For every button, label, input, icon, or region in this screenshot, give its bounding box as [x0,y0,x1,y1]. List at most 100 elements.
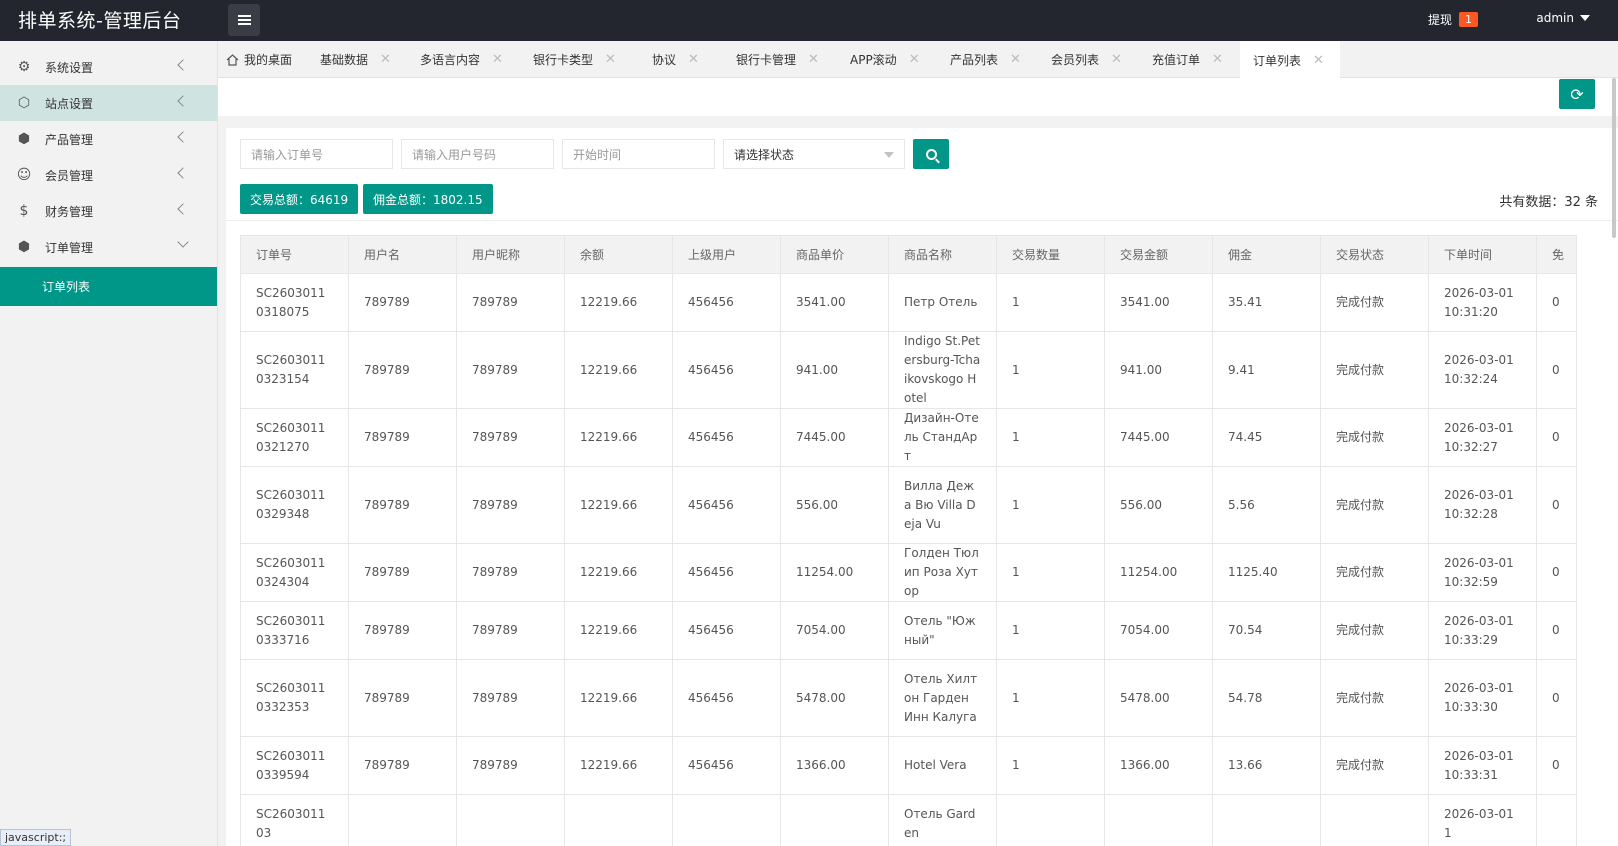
tab-recharge-orders[interactable]: 充值订单 ✕ [1152,41,1223,78]
table-cell: 0 [1536,408,1577,467]
table-cell: SC26030110333716 [240,601,349,660]
table-cell: 1366.00 [1104,736,1213,795]
table-cell: 456456 [672,736,781,795]
table-cell: 70.54 [1212,601,1321,660]
tab-label: 基础数据 [320,53,369,67]
col-header: 交易状态 [1320,235,1429,274]
hamburger-icon [237,15,251,25]
table-cell: Дизайн-Отель СтандАрт [888,408,997,467]
main-content: ⟳ 请输入订单号 请输入用户号码 开始时间 请选择状态 交易总额：64619 佣… [218,78,1618,846]
sidebar-item-finance-management[interactable]: $ 财务管理 [0,193,217,229]
user-no-input[interactable]: 请输入用户号码 [401,139,554,169]
site-icon: ⬡ [17,95,31,111]
table-row: SC26030110323154 789789 789789 12219.66 4564… [240,331,1577,409]
table-cell: 完成付款 [1320,331,1429,409]
close-icon[interactable]: ✕ [1010,52,1021,67]
tab-bank-card-management[interactable]: 银行卡管理 ✕ [736,41,819,78]
table-cell [348,794,457,846]
tab-basic-data[interactable]: 基础数据 ✕ [320,41,391,78]
table-cell: Отель Garden [888,794,997,846]
table-cell: 2026-03-01 10:33:29 [1428,601,1537,660]
tab-app-scroll[interactable]: APP滚动 ✕ [850,41,920,78]
tab-bank-card-type[interactable]: 银行卡类型 ✕ [533,41,616,78]
table-cell: Петр Отель [888,273,997,332]
order-no-input[interactable]: 请输入订单号 [240,139,393,169]
tab-order-list[interactable]: 订单列表 ✕ [1240,41,1340,78]
sidebar-item-site-settings[interactable]: ⬡ 站点设置 [0,85,217,121]
status-select-value: 请选择状态 [734,147,795,162]
caret-down-icon [1580,15,1590,21]
table-cell: 789789 [348,331,457,409]
trade-total-button[interactable]: 交易总额：64619 [240,184,359,214]
search-button[interactable] [913,139,949,169]
search-icon [925,148,937,160]
chevron-left-icon [177,203,189,215]
table-cell: 2026-03-01 10:33:30 [1428,659,1537,737]
table-cell: 1 [996,543,1105,602]
chevron-left-icon [177,95,189,107]
scrollbar[interactable] [1612,78,1616,238]
close-icon[interactable]: ✕ [808,52,819,67]
table-cell: 7054.00 [1104,601,1213,660]
close-icon[interactable]: ✕ [492,52,503,67]
top-header: 排单系统-管理后台 提现 1 admin [0,0,1618,41]
tab-label: 产品列表 [950,53,999,67]
table-cell: 2026-03-01 10:32:59 [1428,543,1537,602]
table-cell [456,794,565,846]
close-icon[interactable]: ✕ [1212,52,1223,67]
col-header: 上级用户 [672,235,781,274]
table-cell: 789789 [348,601,457,660]
sidebar-item-label: 产品管理 [45,132,94,147]
tab-label: 订单列表 [1253,54,1302,68]
table-cell: 456456 [672,659,781,737]
table-cell: SC26030110323154 [240,331,349,409]
table-cell: 456456 [672,543,781,602]
status-select[interactable]: 请选择状态 [723,139,905,169]
withdraw-link[interactable]: 提现 1 [1428,11,1478,28]
chevron-down-icon [884,152,894,158]
tab-my-desktop[interactable]: 我的桌面 [226,41,292,78]
app-title: 排单系统-管理后台 [18,10,182,32]
close-icon[interactable]: ✕ [688,52,699,67]
sidebar-item-product-management[interactable]: ⬢ 产品管理 [0,121,217,157]
table-cell: 789789 [456,601,565,660]
tab-multilang[interactable]: 多语言内容 ✕ [420,41,503,78]
commission-total-button[interactable]: 佣金总额：1802.15 [363,184,493,214]
table-cell: 0 [1536,601,1577,660]
close-icon[interactable]: ✕ [909,52,920,67]
table-row: SC26030110329348 789789 789789 12219.66 4564… [240,466,1577,544]
sidebar-subitem-order-list[interactable]: 订单列表 [0,267,217,306]
close-icon[interactable]: ✕ [1313,53,1324,68]
tab-member-list[interactable]: 会员列表 ✕ [1051,41,1122,78]
table-cell: 556.00 [1104,466,1213,544]
tab-product-list[interactable]: 产品列表 ✕ [950,41,1021,78]
sidebar-item-member-management[interactable]: ☺ 会员管理 [0,157,217,193]
col-header: 用户名 [348,235,457,274]
table-cell: 789789 [348,659,457,737]
table-cell: 12219.66 [564,273,673,332]
table-cell: SC26030110329348 [240,466,349,544]
tab-agreement[interactable]: 协议 ✕ [652,41,699,78]
user-menu[interactable]: admin [1536,11,1590,25]
table-cell: Отель "Южный" [888,601,997,660]
table-cell: 0 [1536,659,1577,737]
sidebar-item-system-settings[interactable]: ⚙ 系统设置 [0,49,217,85]
start-time-input[interactable]: 开始时间 [562,139,715,169]
browser-status-bar: javascript:; [0,829,72,846]
menu-toggle-button[interactable] [228,4,260,36]
close-icon[interactable]: ✕ [380,52,391,67]
table-cell: 0 [1536,736,1577,795]
table-cell: 456456 [672,273,781,332]
sidebar-item-order-management[interactable]: ⬢ 订单管理 [0,229,217,265]
table-cell: 556.00 [780,466,889,544]
table-cell: 9.41 [1212,331,1321,409]
table-cell: 7054.00 [780,601,889,660]
close-icon[interactable]: ✕ [1111,52,1122,67]
table-cell: 789789 [456,659,565,737]
close-icon[interactable]: ✕ [605,52,616,67]
chevron-left-icon [177,59,189,71]
table-cell: 456456 [672,466,781,544]
refresh-button[interactable]: ⟳ [1559,79,1595,109]
table-cell: 12219.66 [564,543,673,602]
box-icon: ⬢ [17,239,31,255]
